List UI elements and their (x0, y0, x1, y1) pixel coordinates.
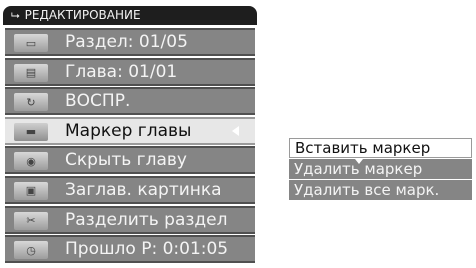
return-arrow-icon: ⮡ (11, 9, 20, 22)
title-picture-icon: ▣ (14, 181, 48, 200)
elapsed-time-icon: ◷ (14, 241, 48, 260)
menu-item-label: Разделить раздел (65, 209, 228, 230)
menu-item-label: Маркер главы (65, 120, 192, 141)
cursor-caret-icon (355, 159, 363, 164)
menu-item-play[interactable]: ↻ ВОСПР. (5, 87, 255, 116)
edit-menu: ▭ Раздел: 01/05 ▤ Глава: 01/01 ↻ ВОСПР. … (5, 28, 255, 265)
chapter-marker-submenu: Вставить маркер Удалить маркер Удалить в… (289, 138, 472, 200)
menu-item-hide-chapter[interactable]: ◉ Скрыть главу (5, 146, 255, 175)
chapter-icon: ▤ (14, 63, 48, 82)
menu-item-label: Раздел: 01/05 (65, 32, 188, 52)
menu-item-chapter-marker[interactable]: ▬ Маркер главы (5, 116, 255, 145)
menu-item-chapter[interactable]: ▤ Глава: 01/01 (5, 57, 255, 86)
menu-header: ⮡ РЕДАКТИРОВАНИЕ (3, 6, 257, 25)
play-icon: ↻ (14, 93, 48, 112)
section-icon: ▭ (14, 34, 48, 52)
hide-chapter-icon: ◉ (14, 152, 48, 171)
menu-title: РЕДАКТИРОВАНИЕ (24, 8, 141, 22)
submenu-delete-all-markers[interactable]: Удалить все марк. (289, 180, 472, 200)
menu-item-elapsed-time[interactable]: ◷ Прошло P: 0:01:05 (5, 235, 255, 264)
submenu-insert-marker[interactable]: Вставить маркер (289, 138, 472, 158)
split-section-icon: ✂ (14, 211, 48, 230)
menu-item-section[interactable]: ▭ Раздел: 01/05 (5, 28, 255, 56)
menu-item-split-section[interactable]: ✂ Разделить раздел (5, 205, 255, 234)
submenu-arrow-icon (232, 125, 239, 136)
menu-item-label: Прошло P: 0:01:05 (65, 239, 229, 260)
menu-item-label: Глава: 01/01 (65, 61, 178, 82)
chapter-marker-icon: ▬ (14, 122, 48, 141)
menu-item-title-picture[interactable]: ▣ Заглав. картинка (5, 175, 255, 204)
submenu-delete-marker[interactable]: Удалить маркер (289, 159, 472, 179)
menu-item-label: Заглав. картинка (65, 179, 222, 200)
menu-item-label: ВОСПР. (65, 91, 131, 112)
menu-item-label: Скрыть главу (65, 150, 187, 171)
